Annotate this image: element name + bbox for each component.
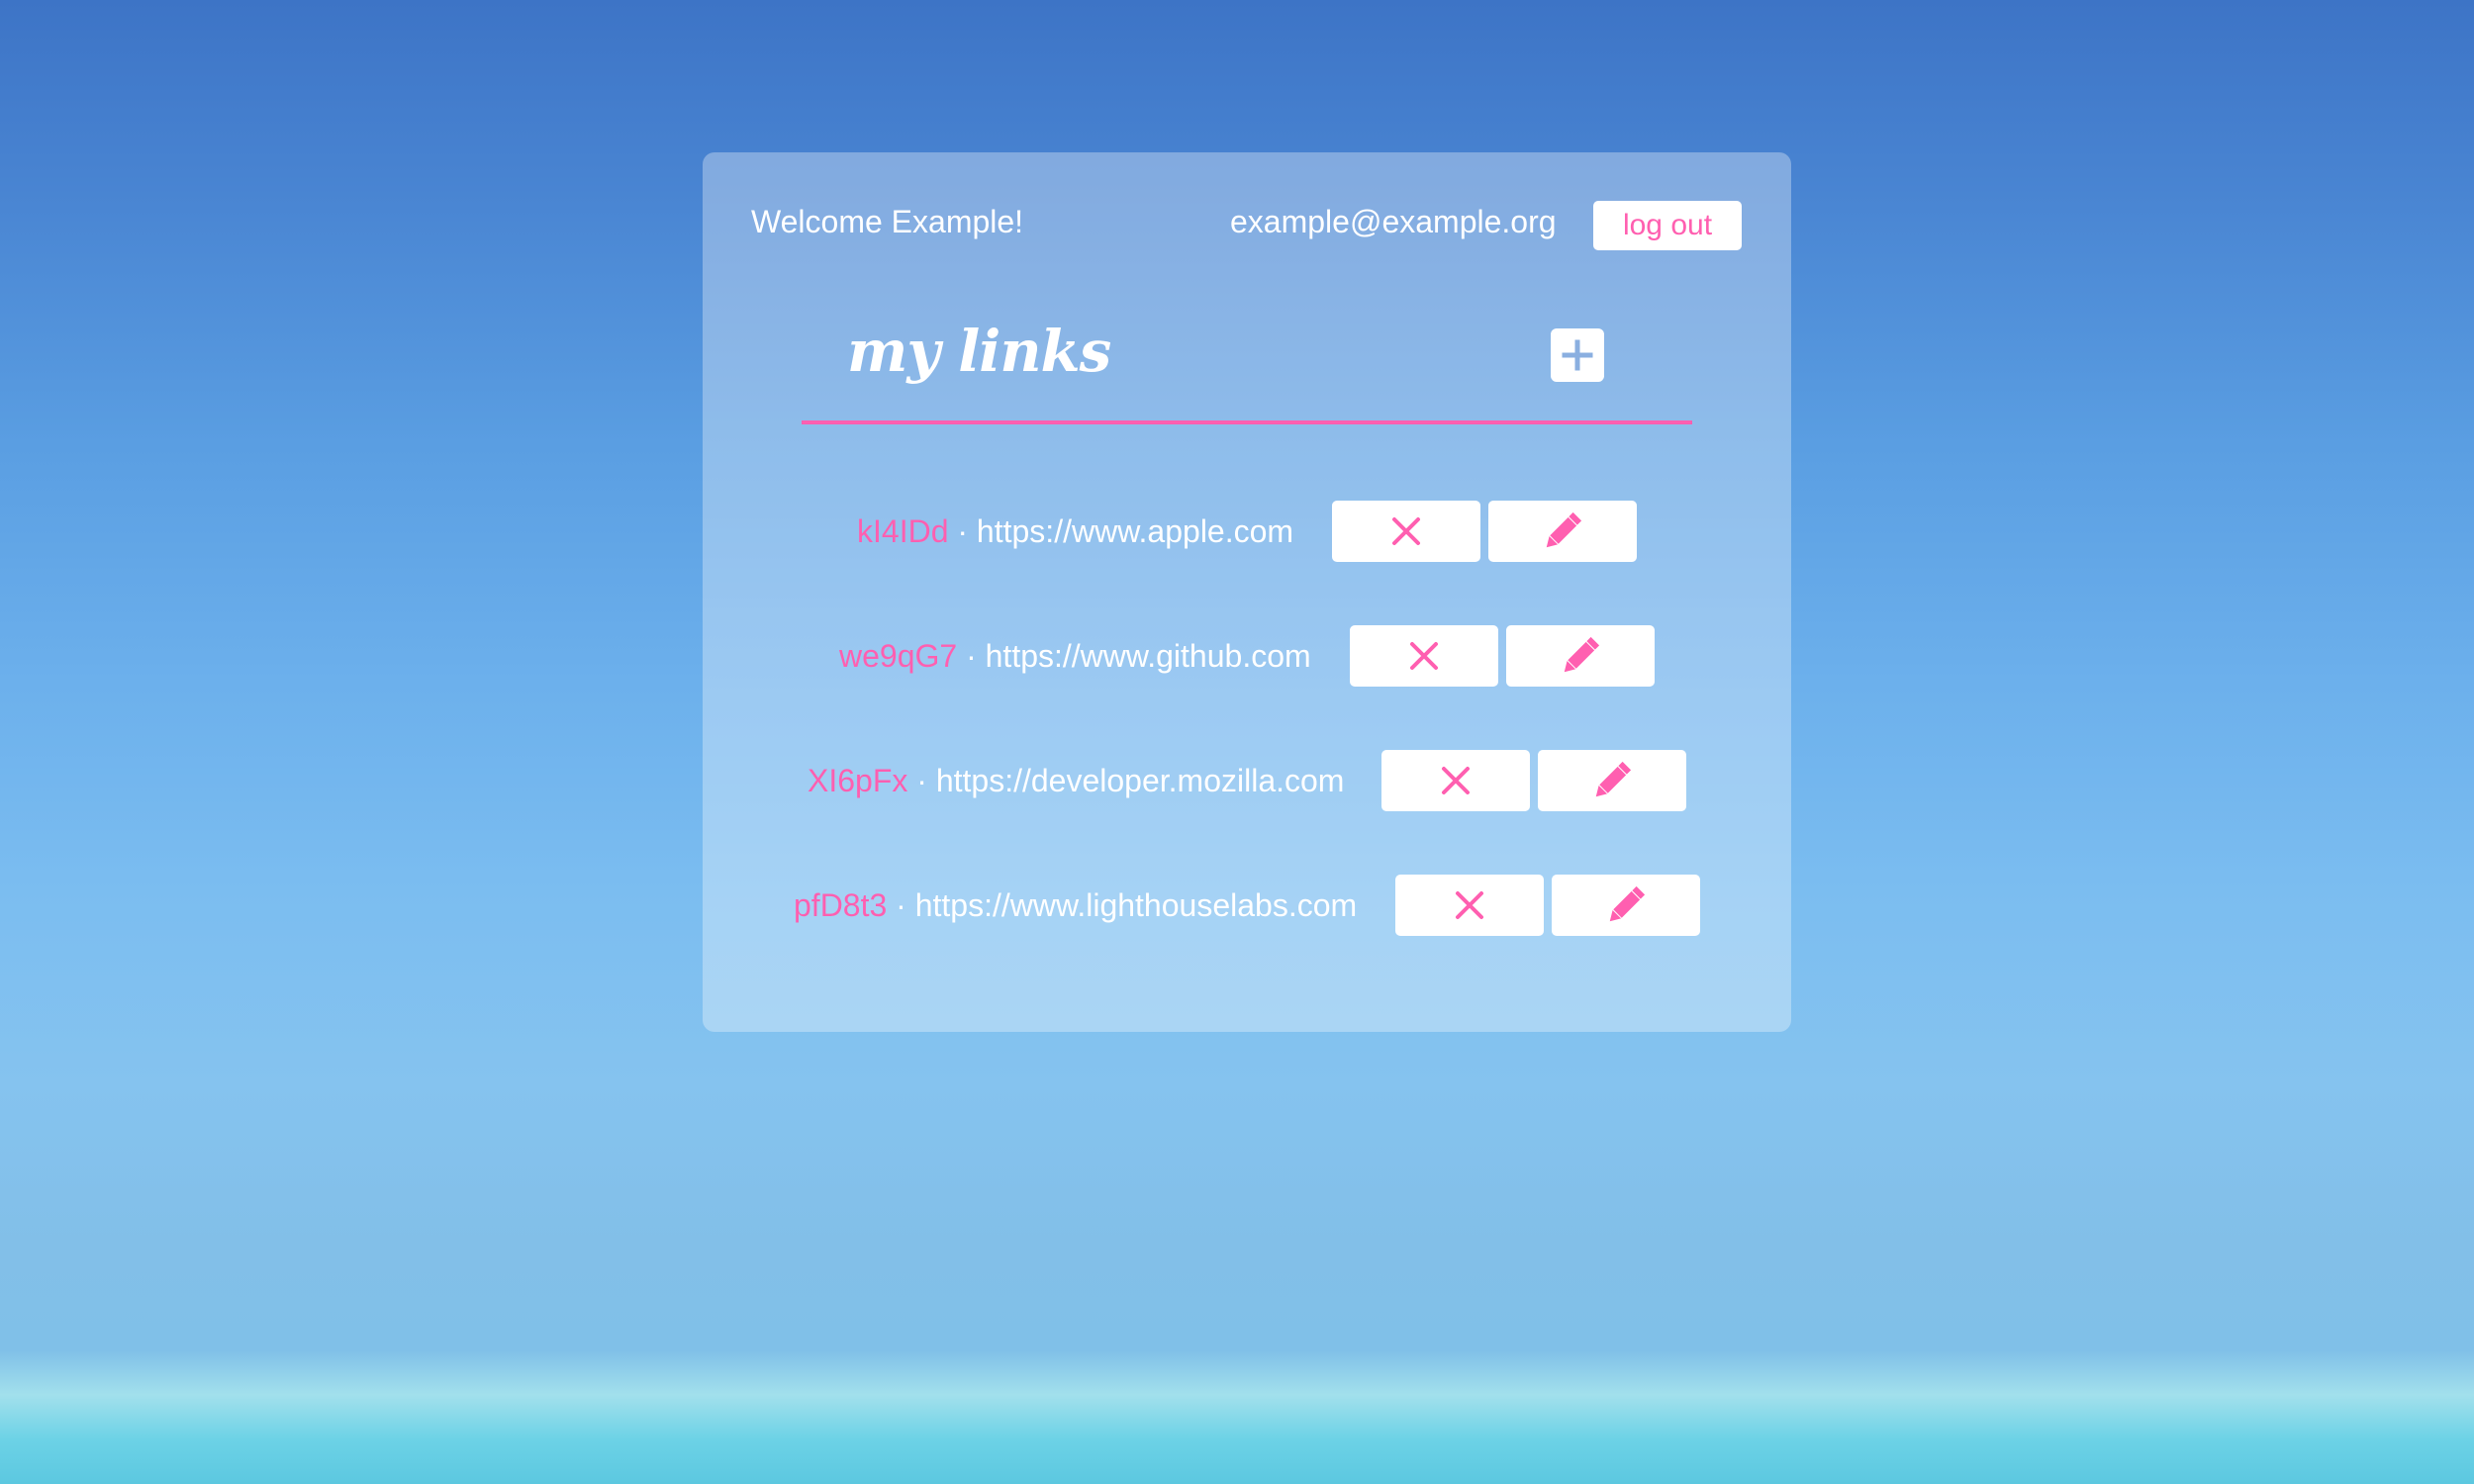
link-text: pfD8t3 · https://www.lighthouselabs.com xyxy=(794,889,1357,921)
pencil-icon xyxy=(1546,511,1582,548)
link-separator: · xyxy=(896,887,906,923)
close-icon xyxy=(1410,642,1438,670)
link-short-code[interactable]: we9qG7 xyxy=(839,638,957,674)
welcome-message: Welcome Example! xyxy=(751,204,1024,239)
link-separator: · xyxy=(957,513,969,549)
close-icon xyxy=(1442,767,1470,794)
link-separator: · xyxy=(916,763,927,798)
edit-link-button[interactable] xyxy=(1538,750,1686,811)
pencil-icon xyxy=(1609,885,1646,922)
link-short-code[interactable]: kI4IDd xyxy=(857,513,948,549)
close-icon xyxy=(1456,891,1483,919)
link-url: https://www.github.com xyxy=(985,638,1311,674)
edit-link-button[interactable] xyxy=(1506,625,1655,687)
link-text: kI4IDd · https://www.apple.com xyxy=(857,515,1293,547)
links-title: my links xyxy=(847,318,1111,385)
add-link-button[interactable] xyxy=(1551,328,1604,382)
link-text: XI6pFx · https://developer.mozilla.com xyxy=(808,765,1344,796)
edit-link-button[interactable] xyxy=(1552,875,1700,936)
pencil-icon xyxy=(1595,761,1632,797)
title-divider xyxy=(802,420,1692,424)
link-url: https://www.apple.com xyxy=(976,513,1294,549)
link-url: https://developer.mozilla.com xyxy=(935,763,1345,798)
logout-button[interactable]: log out xyxy=(1593,201,1742,250)
user-email: example@example.org xyxy=(1230,204,1557,239)
plus-icon xyxy=(1562,339,1593,371)
edit-link-button[interactable] xyxy=(1488,501,1637,562)
pencil-icon xyxy=(1564,636,1600,673)
close-icon xyxy=(1392,517,1420,545)
link-short-code[interactable]: XI6pFx xyxy=(808,763,907,798)
link-text: we9qG7 · https://www.github.com xyxy=(839,640,1311,672)
delete-link-button[interactable] xyxy=(1332,501,1480,562)
delete-link-button[interactable] xyxy=(1395,875,1544,936)
links-panel: Welcome Example! example@example.org log… xyxy=(703,152,1791,1032)
link-short-code[interactable]: pfD8t3 xyxy=(794,887,887,923)
link-url: https://www.lighthouselabs.com xyxy=(914,887,1358,923)
link-separator: · xyxy=(966,638,977,674)
delete-link-button[interactable] xyxy=(1350,625,1498,687)
delete-link-button[interactable] xyxy=(1381,750,1530,811)
